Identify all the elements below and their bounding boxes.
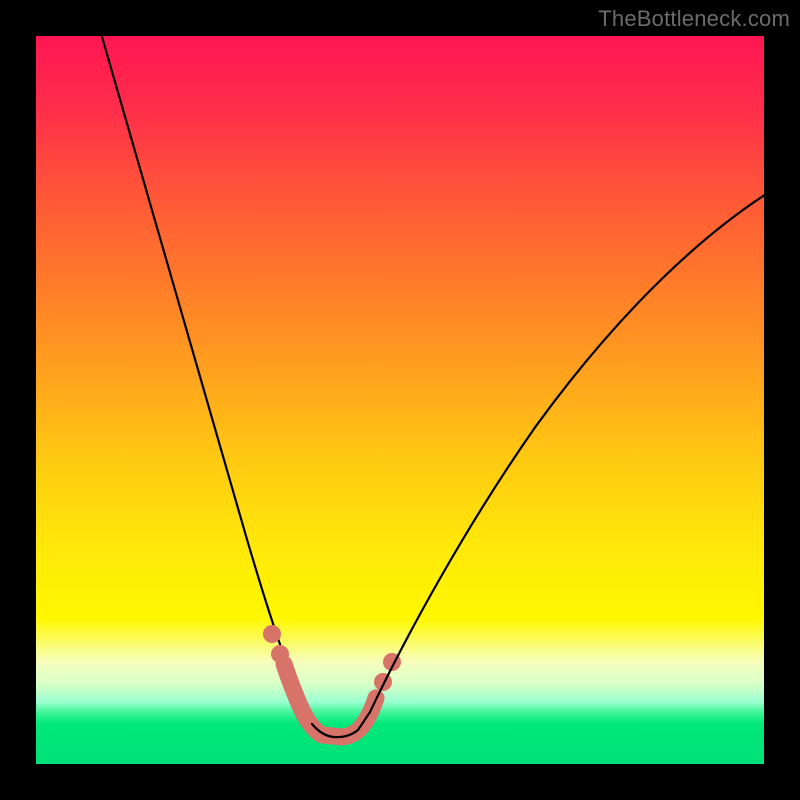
- marker-dot: [271, 645, 289, 663]
- watermark-text: TheBottleneck.com: [598, 6, 790, 32]
- bottleneck-curve-svg: [36, 36, 764, 764]
- marker-dot: [374, 673, 392, 691]
- marker-dot: [263, 625, 281, 643]
- curve-right-branch: [370, 176, 764, 712]
- plot-area: [36, 36, 764, 764]
- curve-left-branch: [96, 36, 312, 724]
- trough-highlight: [284, 664, 376, 737]
- chart-frame: TheBottleneck.com: [0, 0, 800, 800]
